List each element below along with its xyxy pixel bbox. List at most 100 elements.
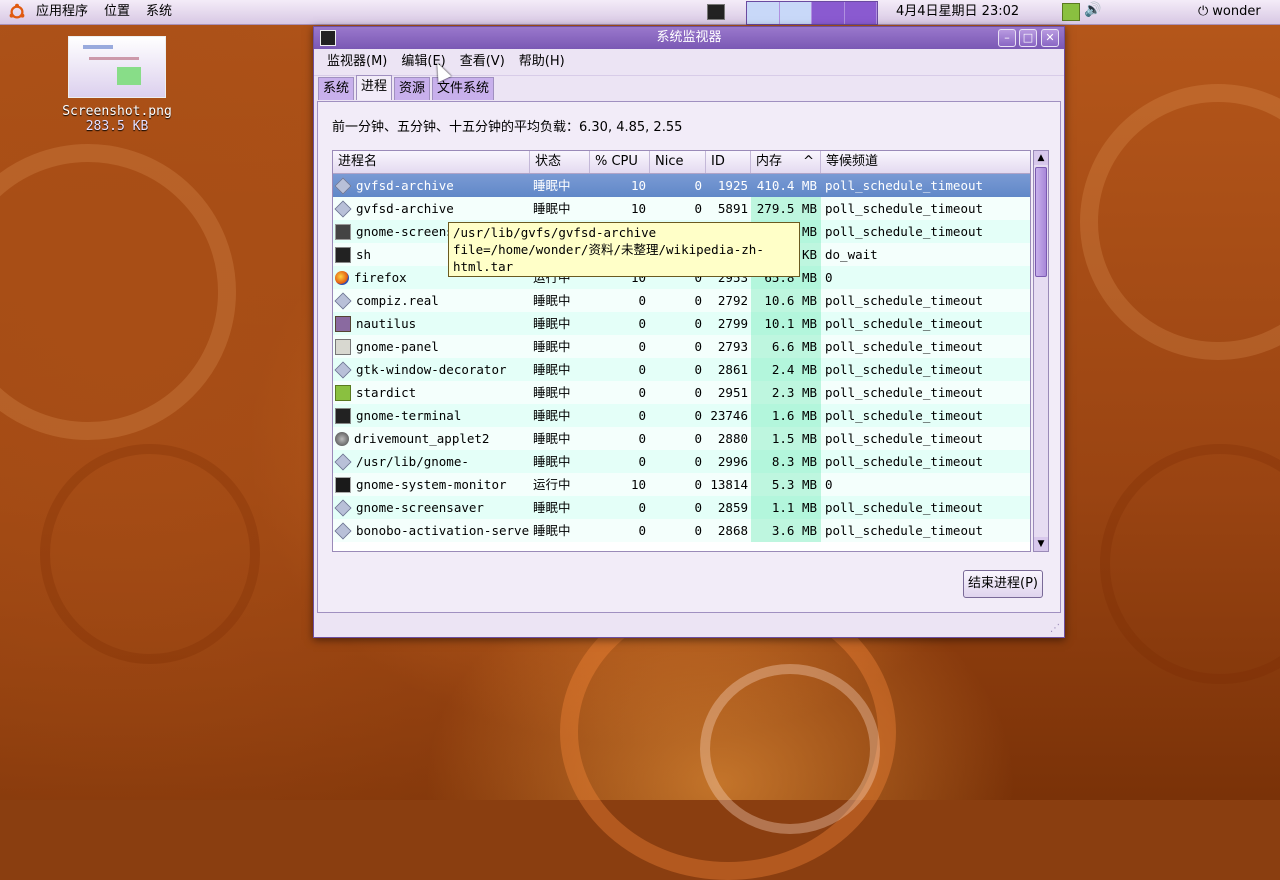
process-name-cell: gnome-terminal [333,404,530,427]
process-name-cell: gnome-panel [333,335,530,358]
column-header-memory[interactable]: 内存 ^ [751,151,821,173]
process-wait-channel: poll_schedule_timeout [825,316,984,331]
tab-resources[interactable]: 资源 [394,77,431,100]
process-memory: 5.3 MB [751,473,821,496]
system-monitor-applet-icon[interactable] [707,4,725,20]
minimize-button[interactable]: – [998,29,1016,47]
vertical-scrollbar[interactable]: ▲ ▼ [1033,150,1049,552]
process-wait-channel: poll_schedule_timeout [825,224,984,239]
dictionary-applet-icon[interactable] [1062,3,1080,21]
table-row[interactable]: gnome-terminal 睡眠中 0 0 23746 1.6 MB poll_sched… [333,404,1030,427]
maximize-button[interactable]: □ [1019,29,1037,47]
process-wait-channel: poll_schedule_timeout [825,500,984,515]
top-panel: 应用程序 位置 系统 4月4日星期日 23:02 🔊 ⏻ wonder [0,0,1280,25]
process-nice: 0 [694,201,702,216]
end-process-button[interactable]: 结束进程(P) [963,570,1043,598]
process-name: gnome-terminal [356,408,462,423]
process-nice: 0 [694,500,702,515]
process-id: 2880 [717,431,748,446]
process-nice: 0 [694,523,702,538]
process-state: 睡眠中 [533,454,571,469]
table-row[interactable]: gnome-panel 睡眠中 0 0 2793 6.6 MB poll_schedule_… [333,335,1030,358]
close-button[interactable]: ✕ [1041,29,1059,47]
process-name-cell: nautilus [333,312,530,335]
process-state: 睡眠中 [533,362,571,377]
process-wait-channel: poll_schedule_timeout [825,178,984,193]
image-thumbnail-icon [68,36,166,98]
process-memory: 1.6 MB [751,404,821,427]
process-name: firefox [354,270,407,285]
process-id: 2859 [717,500,748,515]
process-memory: 3.6 MB [751,519,821,542]
process-wait-channel: poll_schedule_timeout [825,362,984,377]
table-row[interactable]: gnome-system-monitor 运行中 10 0 13814 5.3 MB 0 [333,473,1030,496]
table-row[interactable]: nautilus 睡眠中 0 0 2799 10.1 MB poll_schedule_ti… [333,312,1030,335]
workspace-1[interactable] [747,2,780,24]
column-header-nice[interactable]: Nice [650,151,706,173]
process-cpu: 0 [638,500,646,515]
column-header-id[interactable]: ID [706,151,751,173]
process-name-cell: compiz.real [333,289,530,312]
window-titlebar[interactable]: 系统监视器 – □ ✕ [314,27,1064,49]
process-state: 睡眠中 [533,408,571,423]
column-header-state[interactable]: 状态 [530,151,590,173]
scrollbar-thumb[interactable] [1035,167,1047,277]
system-monitor-app-icon[interactable] [320,30,336,46]
process-memory: 279.5 MB [751,197,821,220]
process-id: 2793 [717,339,748,354]
column-header-wait-channel[interactable]: 等候频道 [821,151,1030,173]
process-name-cell: gvfsd-archive [333,197,530,220]
firefox-icon [335,270,349,285]
tab-system[interactable]: 系统 [318,77,355,100]
workspace-switcher[interactable] [746,1,878,25]
gear-icon [334,453,352,470]
menu-help[interactable]: 帮助(H) [512,49,572,75]
load-average: 前一分钟、五分钟、十五分钟的平均负载：6.30, 4.85, 2.55 [332,120,683,135]
process-id: 2792 [717,293,748,308]
scroll-up-icon[interactable]: ▲ [1034,151,1048,165]
desktop-icon-screenshot[interactable]: Screenshot.png 283.5 KB [60,36,174,134]
panel-menu-places[interactable]: 位置 [96,0,138,24]
table-row[interactable]: /usr/lib/gnome- 睡眠中 0 0 2996 8.3 MB poll_sched… [333,450,1030,473]
column-header-cpu[interactable]: % CPU [590,151,650,173]
process-nice: 0 [694,431,702,446]
process-name: /usr/lib/gnome- [356,454,469,469]
panel-menu-system[interactable]: 系统 [138,0,180,24]
workspace-2[interactable] [779,2,812,24]
drive-icon [335,431,349,446]
process-state: 睡眠中 [533,201,571,216]
workspace-3[interactable] [812,2,845,24]
process-cpu: 0 [638,431,646,446]
process-nice: 0 [694,293,702,308]
table-row[interactable]: bonobo-activation-server 睡眠中 0 0 2868 3.6 MB p… [333,519,1030,542]
process-wait-channel: poll_schedule_timeout [825,454,984,469]
process-wait-channel: poll_schedule_timeout [825,408,984,423]
table-row[interactable]: gnome-screensaver 睡眠中 0 0 2859 1.1 MB poll_sch… [333,496,1030,519]
process-wait-channel: poll_schedule_timeout [825,385,984,400]
table-row[interactable]: compiz.real 睡眠中 0 0 2792 10.6 MB poll_schedule… [333,289,1030,312]
process-id: 2951 [717,385,748,400]
table-row[interactable]: gtk-window-decorator 睡眠中 0 0 2861 2.4 MB poll_… [333,358,1030,381]
ubuntu-logo-icon[interactable] [8,3,26,21]
process-name: gnome-panel [356,339,439,354]
table-row[interactable]: gvfsd-archive 睡眠中 10 0 5891 279.5 MB poll_sche… [333,197,1030,220]
table-row[interactable]: stardict 睡眠中 0 0 2951 2.3 MB poll_schedule_tim… [333,381,1030,404]
table-row[interactable]: gvfsd-archive 睡眠中 10 0 1925 410.4 MB poll_sche… [333,174,1030,197]
menu-view[interactable]: 查看(V) [453,49,512,75]
menu-monitor[interactable]: 监视器(M) [320,49,394,75]
scroll-down-icon[interactable]: ▼ [1034,537,1048,551]
user-switcher[interactable]: ⏻ wonder [1198,0,1261,24]
column-header-name[interactable]: 进程名 [333,151,530,173]
workspace-4[interactable] [844,2,877,24]
panel-menu-applications[interactable]: 应用程序 [28,0,96,24]
process-wait-channel: poll_schedule_timeout [825,293,984,308]
gear-icon [334,177,352,194]
resize-grip-icon[interactable]: ⋰ [1050,623,1060,634]
process-memory: 410.4 MB [756,178,817,193]
desktop-icon-label: Screenshot.png [62,104,172,119]
panel-clock[interactable]: 4月4日星期日 23:02 [896,0,1019,24]
process-memory: 10.6 MB [751,289,821,312]
volume-icon[interactable]: 🔊 [1084,2,1101,18]
tab-processes[interactable]: 进程 [356,75,393,100]
table-row[interactable]: drivemount_applet2 睡眠中 0 0 2880 1.5 MB poll_sc… [333,427,1030,450]
